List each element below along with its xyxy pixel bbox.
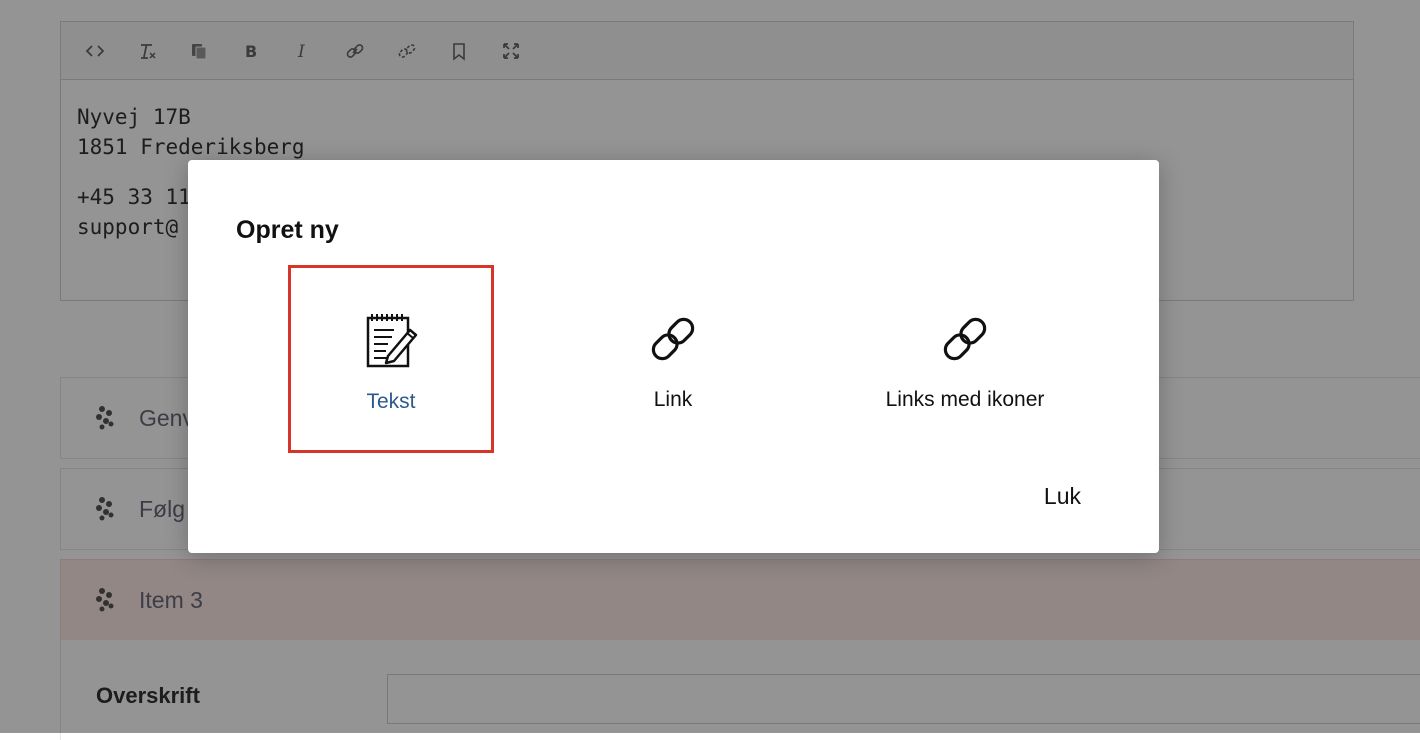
option-label: Links med ikoner xyxy=(885,388,1045,411)
close-button[interactable]: Luk xyxy=(1038,482,1087,511)
option-label: Link xyxy=(653,388,693,411)
option-link[interactable]: Link xyxy=(570,266,776,454)
dialog-title: Opret ny xyxy=(236,216,339,244)
option-tekst[interactable]: Tekst xyxy=(288,265,494,453)
create-new-dialog: Opret ny Tekst Link Links med ikoner Luk xyxy=(188,160,1159,553)
notepad-icon xyxy=(366,314,418,368)
link-icon xyxy=(651,317,695,361)
link-icon xyxy=(943,317,987,361)
option-label: Tekst xyxy=(366,390,416,413)
option-links-med-ikoner[interactable]: Links med ikoner xyxy=(862,266,1068,454)
